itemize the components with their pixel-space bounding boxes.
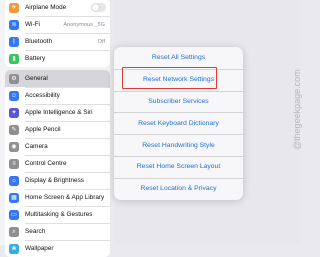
popover-item-subscriber-services[interactable]: Subscriber Services [114, 90, 243, 113]
popover-item-reset-all-settings[interactable]: Reset All Settings [114, 47, 243, 69]
pencil-icon: ✎ [9, 124, 19, 135]
popover-item-reset-location-and-privacy[interactable]: Reset Location & Privacy [114, 177, 243, 200]
sidebar-group-system: ⚙ General ☺ Accessibility ✦ Apple Intelligenc… [5, 70, 110, 257]
sidebar-item-wallpaper[interactable]: ❀ Wallpaper [5, 240, 110, 257]
settings-sidebar: ✈ Airplane Mode ≋ Wi-Fi Anonymous _5G ᛒ Blueto… [0, 0, 110, 257]
sidebar-item-label: Apple Pencil [25, 126, 61, 133]
sidebar-item-home-screen-and-app-library[interactable]: ▦ Home Screen & App Library [5, 189, 110, 206]
sidebar-item-apple-intelligence-and-siri[interactable]: ✦ Apple Intelligence & Siri [5, 104, 110, 121]
control-centre-icon: ≡ [9, 158, 19, 169]
accessibility-icon: ☺ [9, 90, 19, 101]
popover-item-reset-handwriting-style[interactable]: Reset Handwriting Style [114, 134, 243, 156]
sidebar-item-camera[interactable]: ◉ Camera [5, 138, 110, 155]
sidebar-item-label: Display & Brightness [25, 177, 84, 184]
airplane-icon: ✈ [9, 2, 19, 13]
sidebar-item-value: Anonymous _5G [63, 21, 105, 28]
brightness-icon: ☼ [9, 175, 19, 186]
sidebar-item-label: Wi-Fi [25, 21, 40, 28]
sidebar-item-label: Airplane Mode [25, 4, 67, 11]
battery-icon: ▮ [9, 53, 19, 64]
sidebar-item-label: Apple Intelligence & Siri [25, 109, 93, 116]
wallpaper-icon: ❀ [9, 243, 19, 254]
popover-item-reset-home-screen-layout[interactable]: Reset Home Screen Layout [114, 155, 243, 178]
airplane-mode-toggle[interactable] [91, 3, 106, 12]
sidebar-item-label: Multitasking & Gestures [25, 211, 93, 218]
sidebar-item-label: Search [25, 228, 46, 235]
sidebar-item-value: Off [97, 38, 105, 45]
sidebar-item-apple-pencil[interactable]: ✎ Apple Pencil [5, 121, 110, 138]
camera-icon: ◉ [9, 141, 19, 152]
bluetooth-icon: ᛒ [9, 36, 19, 47]
sidebar-item-label: Control Centre [25, 160, 67, 167]
sidebar-item-label: Bluetooth [25, 38, 53, 45]
watermark: @thegeekpage.com [292, 69, 302, 150]
sidebar-item-multitasking-and-gestures[interactable]: ▭ Multitasking & Gestures [5, 206, 110, 223]
highlight-box [122, 67, 217, 89]
popover-item-reset-keyboard-dictionary[interactable]: Reset Keyboard Dictionary [114, 112, 243, 134]
sidebar-item-bluetooth[interactable]: ᛒ Bluetooth Off [5, 33, 110, 50]
sidebar-item-airplane-mode[interactable]: ✈ Airplane Mode [5, 0, 110, 16]
sidebar-item-label: Wallpaper [25, 245, 54, 252]
sidebar-item-general[interactable]: ⚙ General [5, 70, 110, 87]
sidebar-item-wi-fi[interactable]: ≋ Wi-Fi Anonymous _5G [5, 16, 110, 33]
sidebar-group-connectivity: ✈ Airplane Mode ≋ Wi-Fi Anonymous _5G ᛒ Blueto… [5, 0, 110, 67]
sidebar-item-search[interactable]: ⌕ Search [5, 223, 110, 240]
gear-icon: ⚙ [9, 73, 19, 84]
sidebar-item-label: Battery [25, 55, 46, 62]
wifi-icon: ≋ [9, 19, 19, 30]
sidebar-item-label: Accessibility [25, 92, 60, 99]
sidebar-item-label: Home Screen & App Library [25, 194, 105, 201]
sidebar-item-label: General [25, 75, 48, 82]
siri-icon: ✦ [9, 107, 19, 118]
search-icon: ⌕ [9, 226, 19, 237]
sidebar-item-battery[interactable]: ▮ Battery [5, 50, 110, 67]
multitasking-icon: ▭ [9, 209, 19, 220]
sidebar-item-accessibility[interactable]: ☺ Accessibility [5, 87, 110, 104]
sidebar-item-control-centre[interactable]: ≡ Control Centre [5, 155, 110, 172]
sidebar-item-display-and-brightness[interactable]: ☼ Display & Brightness [5, 172, 110, 189]
sidebar-item-label: Camera [25, 143, 48, 150]
home-screen-icon: ▦ [9, 192, 19, 203]
